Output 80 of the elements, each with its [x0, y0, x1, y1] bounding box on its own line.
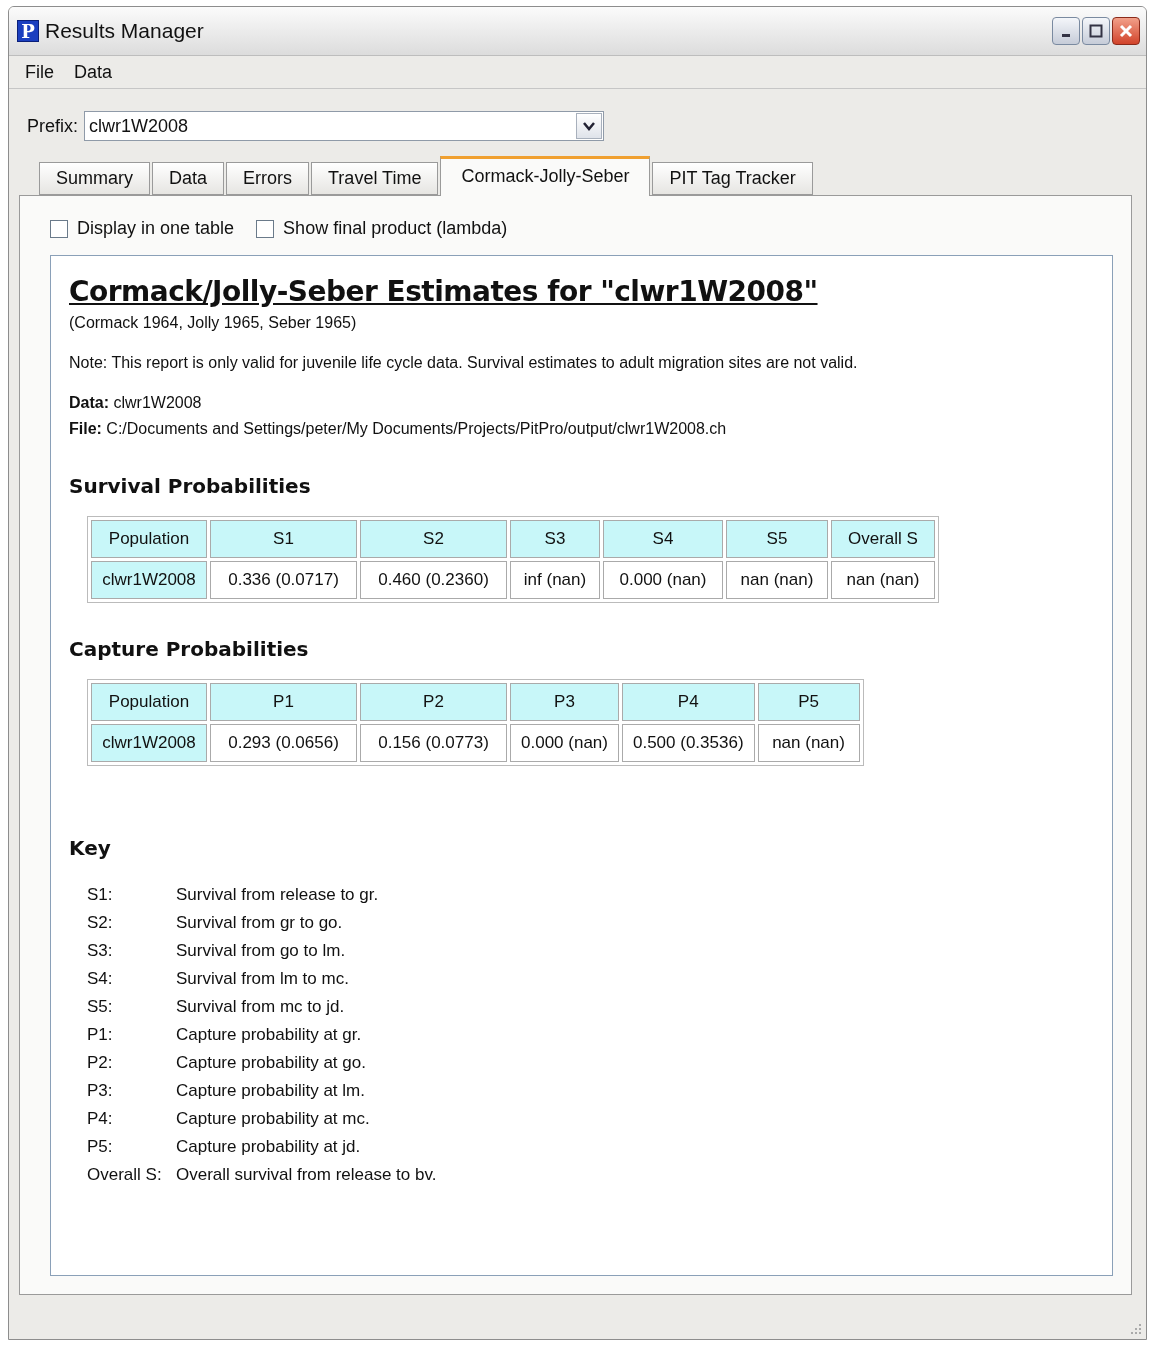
citation-text: (Cormack 1964, Jolly 1965, Seber 1965) — [69, 313, 357, 333]
table-cell: 0.336 (0.0717) — [210, 561, 357, 599]
column-header: P2 — [360, 683, 507, 721]
key-description: Survival from lm to mc. — [176, 968, 350, 990]
table-cell: clwr1W2008 — [91, 561, 207, 599]
file-line: File: C:/Documents and Settings/peter/My Documents/Projects/PitPro/output/clwr1W2008.ch — [69, 419, 727, 439]
column-header: S4 — [603, 520, 723, 558]
column-header: S1 — [210, 520, 357, 558]
key-term: S3: — [87, 940, 114, 962]
key-description: Survival from mc to jd. — [176, 996, 346, 1018]
column-header: Overall S — [831, 520, 935, 558]
key-description: Survival from release to gr. — [176, 884, 380, 906]
key-description: Capture probability at gr. — [176, 1024, 363, 1046]
table-cell: nan (nan) — [726, 561, 828, 599]
prefix-label: Prefix: — [27, 115, 78, 137]
key-description: Survival from go to lm. — [176, 940, 347, 962]
checkbox-label: Show final product (lambda) — [283, 218, 508, 239]
key-description: Capture probability at lm. — [176, 1080, 366, 1102]
column-header: S3 — [510, 520, 600, 558]
table-cell: nan (nan) — [831, 561, 935, 599]
section-heading: Capture Probabilities — [69, 637, 309, 661]
maximize-icon — [1089, 24, 1103, 38]
tab[interactable]: Data — [152, 162, 225, 195]
key-term: S2: — [87, 912, 114, 934]
tab[interactable]: PIT Tag Tracker — [652, 162, 813, 195]
checkbox-label: Display in one table — [77, 218, 235, 239]
table-cell: 0.293 (0.0656) — [210, 724, 357, 762]
tab[interactable]: Summary — [39, 162, 150, 195]
key-description: Overall survival from release to bv. — [176, 1164, 438, 1186]
key-term: P2: — [87, 1052, 114, 1074]
resize-grip-icon[interactable] — [1130, 1323, 1142, 1335]
maximize-button[interactable] — [1082, 17, 1110, 45]
key-term: Overall S: — [87, 1164, 163, 1186]
chevron-down-icon[interactable] — [576, 113, 602, 139]
table-cell: 0.460 (0.2360) — [360, 561, 507, 599]
minimize-icon — [1062, 33, 1070, 37]
table-cell: 0.000 (nan) — [603, 561, 723, 599]
close-button[interactable] — [1112, 17, 1140, 45]
minimize-button[interactable] — [1052, 17, 1080, 45]
key-term: P1: — [87, 1024, 114, 1046]
section-heading: Key — [69, 836, 111, 860]
column-header: P4 — [621, 683, 755, 721]
menu-item[interactable]: Data — [66, 61, 121, 83]
section-heading: Survival Probabilities — [69, 474, 311, 498]
column-header: S2 — [360, 520, 507, 558]
column-header: Population — [91, 520, 207, 558]
tab[interactable]: Errors — [226, 162, 310, 195]
key-term: S4: — [87, 968, 114, 990]
key-term: P4: — [87, 1108, 114, 1130]
key-term: S5: — [87, 996, 114, 1018]
column-header: P3 — [510, 683, 619, 721]
data-line: Data: clwr1W2008 — [69, 393, 202, 413]
key-term: S1: — [87, 884, 114, 906]
table-cell: 0.500 (0.3536) — [621, 724, 755, 762]
table-cell: clwr1W2008 — [91, 724, 207, 762]
table-cell: 0.156 (0.0773) — [360, 724, 507, 762]
checkbox[interactable] — [256, 219, 275, 238]
tab[interactable]: Travel Time — [311, 162, 439, 195]
note-text: Note: This report is only valid for juvenile life cycle data. Survival estimates to adult migration sites are not valid. — [69, 353, 858, 373]
prefix-dropdown[interactable]: clwr1W2008 — [84, 111, 604, 141]
tab[interactable]: Cormack-Jolly-Seber — [440, 156, 651, 196]
table-cell: 0.000 (nan) — [510, 724, 619, 762]
table-cell: inf (nan) — [510, 561, 600, 599]
key-description: Capture probability at mc. — [176, 1108, 371, 1130]
key-term: P5: — [87, 1136, 114, 1158]
column-header: P1 — [210, 683, 357, 721]
window-title: Results Manager — [45, 19, 205, 43]
close-icon — [1119, 24, 1133, 38]
key-description: Survival from gr to go. — [176, 912, 344, 934]
column-header: P5 — [757, 683, 860, 721]
table-cell: nan (nan) — [757, 724, 860, 762]
key-term: P3: — [87, 1080, 114, 1102]
app-icon: P — [17, 20, 39, 42]
checkbox[interactable] — [50, 219, 68, 238]
column-header: Population — [91, 683, 207, 721]
key-description: Capture probability at go. — [176, 1052, 367, 1074]
menu-item[interactable]: File — [17, 61, 62, 83]
key-description: Capture probability at jd. — [176, 1136, 362, 1158]
column-header: S5 — [726, 520, 828, 558]
report-title: Cormack/Jolly-Seber Estimates for "clwr1W2008" — [69, 274, 818, 310]
